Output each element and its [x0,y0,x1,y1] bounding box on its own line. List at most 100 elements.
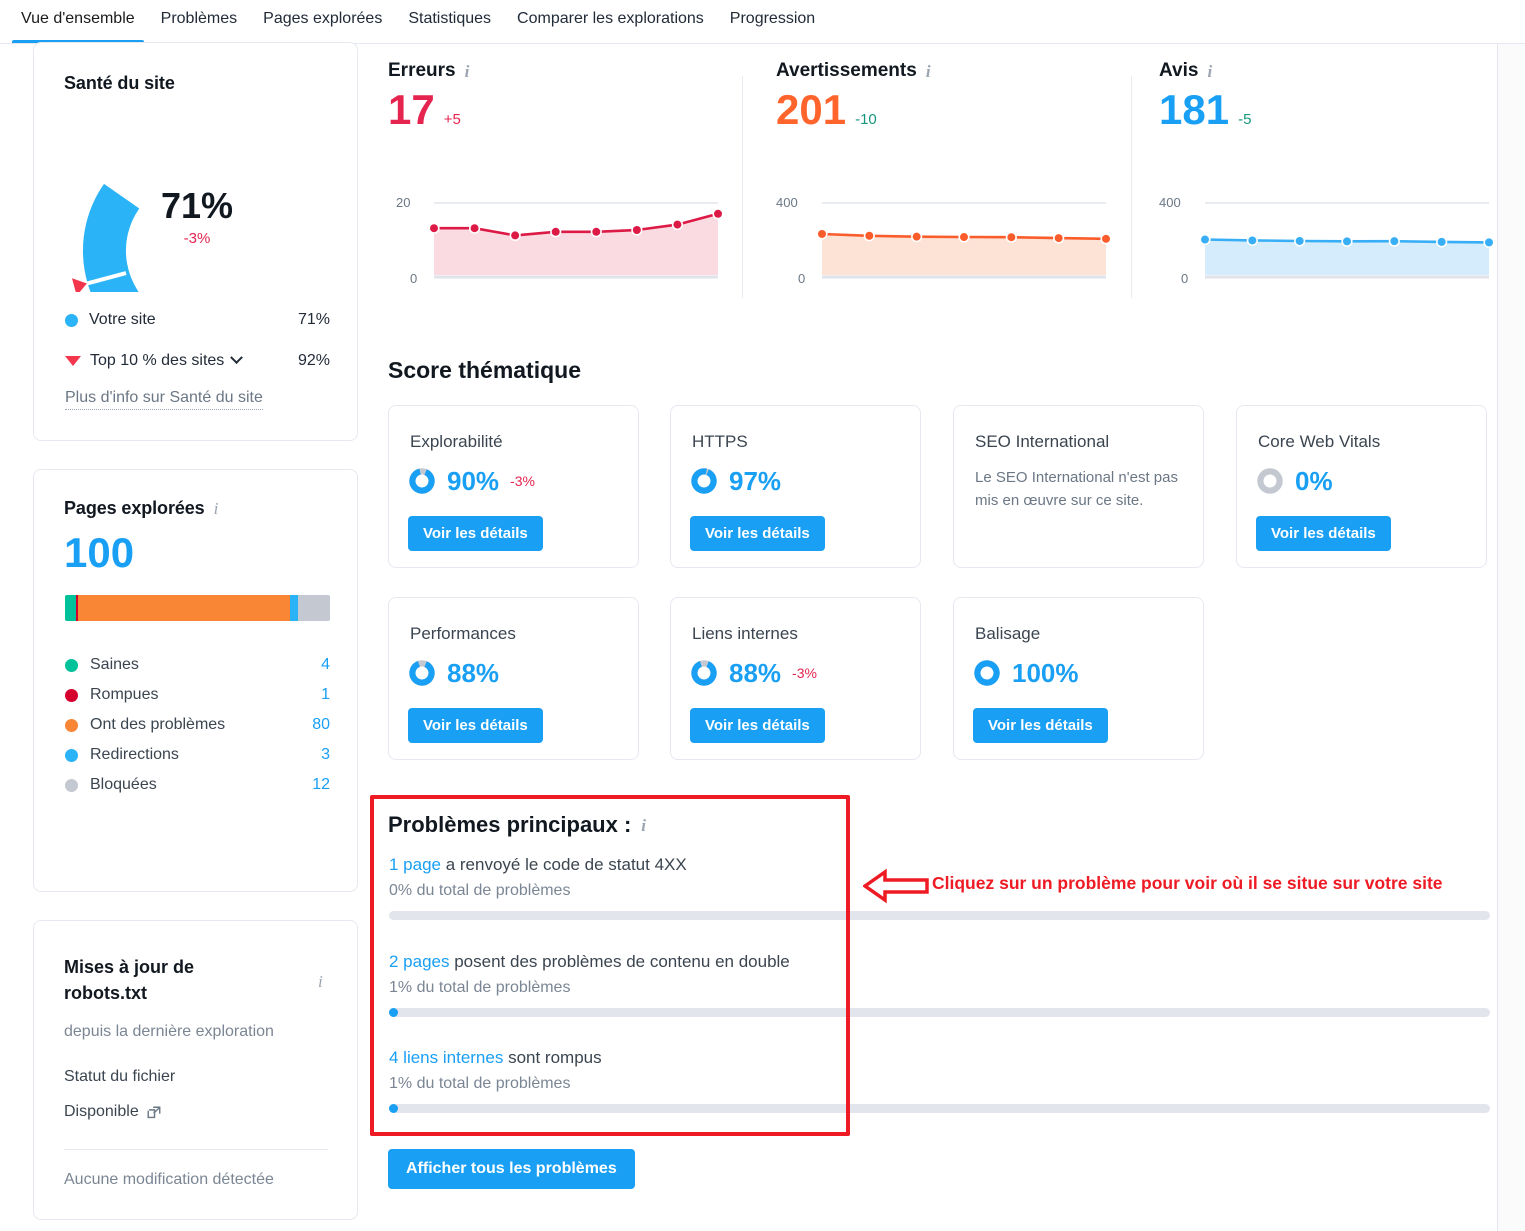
view-details-button[interactable]: Voir les détails [690,516,825,551]
thematic-card-score-row: 90% -3% [408,467,535,495]
chevron-down-icon[interactable] [230,351,244,365]
legend-item[interactable]: Redirections 3 [65,740,330,770]
metric-sparkline: 20 0 [388,195,728,295]
metric-header: Avertissements i [776,60,1116,82]
view-details-button[interactable]: Voir les détails [408,708,543,743]
info-icon[interactable]: i [641,817,646,834]
thematic-score-title: Score thématique [388,357,581,383]
annotation-arrow-icon [863,868,929,904]
stacked-bar-segment[interactable] [290,595,299,621]
issue-link[interactable]: 2 pages [389,952,450,971]
thematic-card-title: Core Web Vitals [1258,432,1381,451]
legend-item[interactable]: Bloquées 12 [65,770,330,800]
thematic-card[interactable]: Performances 88% Voir les détails [388,597,639,760]
issue-text: 1 page a renvoyé le code de statut 4XX [389,855,1490,875]
thematic-card-delta: -3% [792,665,817,681]
info-icon[interactable]: i [214,500,219,517]
thematic-card[interactable]: Liens internes 88% -3% Voir les détails [670,597,921,760]
robots-subtitle: depuis la dernière exploration [64,1023,274,1040]
issue-rest: posent des problèmes de contenu en doubl… [449,952,790,971]
issue-link[interactable]: 1 page [389,855,441,874]
thematic-card[interactable]: Core Web Vitals 0% Voir les détails [1236,405,1487,568]
legend-label: Top 10 % des sites [90,352,225,369]
metric-value: 181 [1159,86,1230,133]
thematic-card[interactable]: Explorabilité 90% -3% Voir les détails [388,405,639,568]
score-ring-icon [409,660,435,686]
legend-value: 4 [321,656,330,673]
scrollbar-gutter[interactable] [1498,44,1525,1231]
stacked-bar-segment[interactable] [65,595,76,621]
score-ring-icon [691,468,717,494]
legend-value: 1 [321,686,330,703]
metric-value: 17 [388,86,435,133]
legend-label-wrap: Top 10 % des sites [90,351,298,370]
external-link-icon[interactable] [147,1105,162,1120]
view-details-button[interactable]: Voir les détails [408,516,543,551]
legend-value: 80 [312,716,330,733]
metric-sparkline: 400 0 [1159,195,1499,295]
thematic-card-percent: 88% [729,658,782,688]
thematic-card-percent: 97% [729,466,782,496]
axis-tick-bottom: 0 [1181,271,1189,286]
thematic-card[interactable]: Balisage 100% Voir les détails [953,597,1204,760]
metric-title: Avis [1159,60,1199,81]
issue-item[interactable]: 4 liens internes sont rompus 1% du total … [389,1048,1490,1113]
tab-problemes[interactable]: Problèmes [148,0,250,43]
legend-label: Votre site [89,311,156,328]
thematic-card-score-row: 97% [690,467,781,495]
legend-value: 3 [321,746,330,763]
view-details-button[interactable]: Voir les détails [690,708,825,743]
view-details-button[interactable]: Voir les détails [973,708,1108,743]
metric-sparkline: 400 0 [776,195,1116,295]
metric-erreurs: Erreurs i 17 +5 20 0 [388,60,728,310]
legend-item[interactable]: Ont des problèmes 80 [65,710,330,740]
metric-value: 201 [776,86,847,133]
legend-value: 12 [312,776,330,793]
thematic-card-title: Liens internes [692,624,798,643]
legend-dot-icon [65,688,78,702]
issue-share-label: 1% du total de problèmes [389,979,571,996]
legend-dot-icon [65,718,78,732]
legend-item[interactable]: Rompues 1 [65,680,330,710]
issue-progress-track [389,911,1490,920]
divider [742,76,743,298]
stacked-bar-segment[interactable] [78,595,291,621]
info-icon[interactable]: i [926,63,931,80]
more-info-link[interactable]: Plus d'info sur Santé du site [65,389,263,410]
thematic-card-score-row: 0% [1256,467,1333,495]
legend-label: Redirections [90,746,179,763]
legend-value: 92% [297,352,330,369]
tab-vue-densemble[interactable]: Vue d'ensemble [8,0,148,43]
legend-dot-icon [65,748,78,762]
legend-row-top-10[interactable]: Top 10 % des sites 92% [65,349,330,373]
axis-tick-top: 20 [396,195,411,210]
issue-link[interactable]: 4 liens internes [389,1048,503,1067]
info-icon[interactable]: i [465,63,470,80]
thematic-card[interactable]: SEO International Le SEO International n'… [953,405,1204,568]
tab-progression[interactable]: Progression [717,0,828,43]
stacked-bar-segment[interactable] [298,595,330,621]
view-details-button[interactable]: Voir les détails [1256,516,1391,551]
legend-row-votre-site: Votre site 71% [65,308,330,332]
thematic-card-title: Performances [410,624,516,643]
tab-pages-explorees[interactable]: Pages explorées [250,0,395,43]
metric-avis: Avis i 181 -5 400 0 [1159,60,1499,310]
thematic-card[interactable]: HTTPS 97% Voir les détails [670,405,921,568]
info-icon[interactable]: i [318,973,323,990]
thematic-card-description: Le SEO International n'est pas mis en œu… [975,469,1178,510]
sparkline-svg [1199,202,1495,279]
issue-rest: a renvoyé le code de statut 4XX [441,855,687,874]
issue-item[interactable]: 2 pages posent des problèmes de contenu … [389,952,1490,1017]
metric-value-row: 17 +5 [388,89,728,131]
score-ring-icon [974,660,1000,686]
info-icon[interactable]: i [1207,63,1212,80]
top-issues-header: Problèmes principaux : i [388,812,646,838]
issue-text: 4 liens internes sont rompus [389,1048,1490,1068]
legend-item[interactable]: Saines 4 [65,650,330,680]
legend-dot-icon [65,313,78,327]
tab-comparer-explorations[interactable]: Comparer les explorations [504,0,717,43]
tab-statistiques[interactable]: Statistiques [395,0,504,43]
crawled-pages-stacked-bar [65,595,330,621]
robots-status-value-row[interactable]: Disponible [64,1103,162,1121]
show-all-issues-button[interactable]: Afficher tous les problèmes [388,1149,635,1189]
